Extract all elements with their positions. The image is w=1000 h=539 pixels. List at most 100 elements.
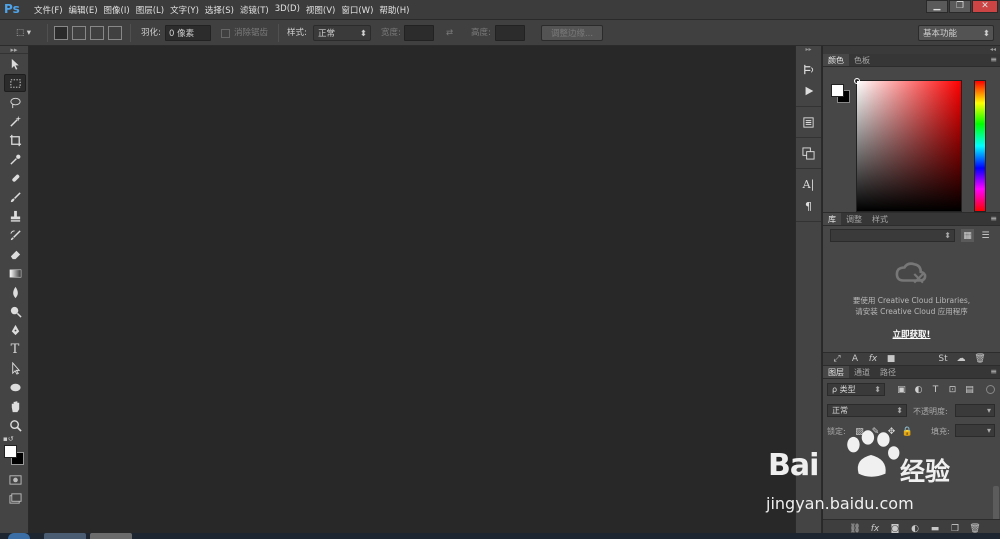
paragraph-icon[interactable]: ¶ — [799, 197, 819, 215]
add-layer-style-icon[interactable]: fx — [867, 353, 879, 366]
tab-styles[interactable]: 样式 — [867, 213, 893, 225]
zoom-icon[interactable] — [4, 416, 26, 434]
color-picker-field[interactable] — [854, 78, 962, 212]
height-input[interactable] — [495, 25, 525, 41]
actions-play-icon[interactable] — [799, 82, 819, 100]
add-selection-icon[interactable] — [72, 26, 86, 40]
subtract-selection-icon[interactable] — [90, 26, 104, 40]
history-brush-icon[interactable] — [4, 226, 26, 244]
foreground-color-swatch[interactable] — [831, 84, 844, 97]
tab-channels[interactable]: 通道 — [849, 366, 875, 378]
panel-menu-icon[interactable]: ≡ — [990, 54, 997, 66]
tab-adjustments[interactable]: 调整 — [841, 213, 867, 225]
gradient-icon[interactable] — [4, 264, 26, 282]
menu-item[interactable]: 编辑(E) — [69, 4, 104, 16]
hand-icon[interactable] — [4, 397, 26, 415]
get-it-now-link[interactable]: 立即获取! — [823, 328, 1000, 340]
panel-menu-icon[interactable]: ≡ — [990, 213, 997, 225]
screen-mode-icon[interactable] — [4, 489, 26, 507]
crop-icon[interactable] — [4, 131, 26, 149]
marquee-preset-icon[interactable]: ⬚ ▾ — [16, 25, 31, 41]
clone-source-icon[interactable] — [799, 144, 819, 162]
add-graphic-icon[interactable]: ⤢ — [831, 353, 843, 366]
new-selection-icon[interactable] — [54, 26, 68, 40]
grid-view-icon[interactable]: ▦ — [961, 229, 974, 242]
history-icon[interactable] — [799, 60, 819, 78]
trash-icon[interactable]: 🗑 — [974, 353, 986, 366]
tab-libraries[interactable]: 库 — [823, 213, 841, 225]
document-canvas-area[interactable] — [30, 46, 793, 539]
list-view-icon[interactable]: ☰ — [979, 229, 992, 242]
pixel-layer-filter-icon[interactable]: ▣ — [895, 383, 908, 396]
type-icon[interactable]: T — [4, 340, 26, 358]
blend-mode-dropdown[interactable]: 正常 ⬍ — [827, 404, 907, 417]
add-fill-color-icon[interactable]: ■ — [885, 353, 897, 366]
lock-transparent-icon[interactable]: ▨ — [853, 425, 866, 438]
menu-item[interactable]: 选择(S) — [205, 4, 240, 16]
tab-color[interactable]: 颜色 — [823, 54, 849, 66]
stock-icon[interactable]: St — [937, 353, 949, 366]
clone-stamp-icon[interactable] — [4, 207, 26, 225]
close-button[interactable]: ✕ — [972, 0, 998, 13]
add-character-style-icon[interactable]: A — [849, 353, 861, 366]
lasso-icon[interactable] — [4, 93, 26, 111]
properties-icon[interactable] — [799, 113, 819, 131]
menu-item[interactable]: 窗口(W) — [341, 4, 379, 16]
quick-mask-icon[interactable] — [4, 470, 26, 488]
menu-item[interactable]: 3D(D) — [275, 4, 306, 16]
hue-slider[interactable] — [974, 80, 986, 212]
tab-paths[interactable]: 路径 — [875, 366, 901, 378]
color-picker-cursor[interactable] — [854, 78, 860, 84]
tab-swatches[interactable]: 色板 — [849, 54, 875, 66]
quick-select-icon[interactable] — [4, 112, 26, 130]
marquee-icon[interactable] — [4, 74, 26, 92]
width-input[interactable] — [404, 25, 434, 41]
path-select-icon[interactable] — [4, 359, 26, 377]
refine-edge-button[interactable]: 调整边缘... — [541, 25, 603, 41]
panel-menu-icon[interactable]: ≡ — [990, 366, 997, 378]
menu-item[interactable]: 滤镜(T) — [240, 4, 275, 16]
foreground-color-swatch[interactable] — [4, 445, 17, 458]
move-icon[interactable] — [4, 55, 26, 73]
eraser-icon[interactable] — [4, 245, 26, 263]
opacity-input[interactable]: ▾ — [955, 404, 995, 417]
pen-icon[interactable] — [4, 321, 26, 339]
character-icon[interactable]: A| — [799, 175, 819, 193]
menu-item[interactable]: 文件(F) — [34, 4, 69, 16]
menu-item[interactable]: 图像(I) — [104, 4, 136, 16]
style-dropdown[interactable]: 正常 ⬍ — [313, 25, 371, 41]
taskbar-item[interactable] — [90, 533, 132, 539]
lock-image-icon[interactable]: ✎ — [869, 425, 882, 438]
antialias-checkbox[interactable] — [221, 29, 230, 38]
cloud-sync-icon[interactable]: ☁ — [955, 353, 967, 366]
intersect-selection-icon[interactable] — [108, 26, 122, 40]
lock-all-icon[interactable]: 🔒 — [901, 425, 914, 438]
menu-item[interactable]: 帮助(H) — [379, 4, 415, 16]
adjustment-layer-filter-icon[interactable]: ◐ — [912, 383, 925, 396]
menu-item[interactable]: 图层(L) — [136, 4, 170, 16]
filter-toggle[interactable] — [986, 385, 995, 394]
taskbar-item[interactable] — [44, 533, 86, 539]
restore-button[interactable]: ❐ — [949, 0, 971, 13]
smart-object-filter-icon[interactable]: ▤ — [963, 383, 976, 396]
blur-icon[interactable] — [4, 283, 26, 301]
lock-position-icon[interactable]: ✥ — [885, 425, 898, 438]
type-layer-filter-icon[interactable]: T — [929, 383, 942, 396]
minimize-button[interactable]: ▁ — [926, 0, 948, 13]
eyedropper-icon[interactable] — [4, 150, 26, 168]
menu-item[interactable]: 视图(V) — [306, 4, 341, 16]
default-colors-icon[interactable]: ▪↺ — [3, 435, 14, 443]
swap-icon[interactable]: ⇄ — [446, 25, 453, 41]
workspace-dropdown[interactable]: 基本功能 ⬍ — [918, 25, 994, 41]
feather-input[interactable]: 0 像素 — [165, 25, 211, 41]
menu-item[interactable]: 文字(Y) — [170, 4, 205, 16]
panel-grip[interactable]: ▸▸ — [796, 46, 821, 54]
healing-brush-icon[interactable] — [4, 169, 26, 187]
brush-icon[interactable] — [4, 188, 26, 206]
fill-input[interactable]: ▾ — [955, 424, 995, 437]
panel-grip[interactable]: ◂◂ — [823, 46, 1000, 54]
shape-layer-filter-icon[interactable]: ⊡ — [946, 383, 959, 396]
layer-filter-dropdown[interactable]: ρ 类型 ⬍ — [827, 383, 885, 396]
panel-grip[interactable]: ▸▸ — [0, 46, 28, 54]
ellipse-icon[interactable] — [4, 378, 26, 396]
